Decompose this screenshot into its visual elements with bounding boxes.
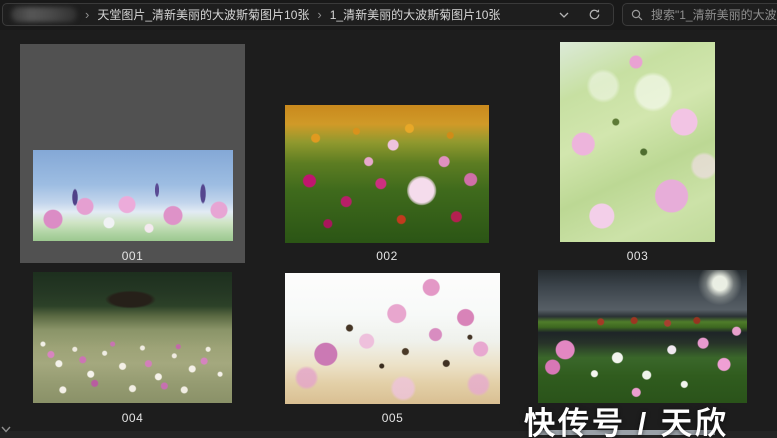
- explorer-top-bar: › 天堂图片_清新美丽的大波斯菊图片10张 › 1_清新美丽的大波斯菊图片10张…: [0, 0, 777, 30]
- thumbnail-image-003: [560, 42, 715, 242]
- breadcrumb-separator-icon: ›: [85, 8, 89, 21]
- breadcrumb-separator-icon: ›: [317, 8, 321, 21]
- file-label: 003: [560, 249, 715, 263]
- search-icon: [631, 9, 643, 21]
- thumbnail-image-001: [33, 150, 233, 241]
- file-explorer-window: › 天堂图片_清新美丽的大波斯菊图片10张 › 1_清新美丽的大波斯菊图片10张…: [0, 0, 777, 438]
- search-input[interactable]: 搜索"1_清新美丽的大波斯菊: [622, 3, 777, 26]
- file-label: 002: [285, 249, 489, 263]
- address-bar[interactable]: › 天堂图片_清新美丽的大波斯菊图片10张 › 1_清新美丽的大波斯菊图片10张: [2, 3, 614, 26]
- file-tile-006[interactable]: [538, 270, 747, 410]
- thumbnail-image-006: [538, 270, 747, 403]
- chevron-down-icon: [559, 12, 569, 18]
- breadcrumb-item-current-folder[interactable]: 1_清新美丽的大波斯菊图片10张: [330, 6, 501, 23]
- file-label: 001: [20, 249, 245, 263]
- breadcrumb-item-parent-folder[interactable]: 天堂图片_清新美丽的大波斯菊图片10张: [97, 6, 309, 23]
- thumbnail-image-002: [285, 105, 489, 243]
- thumbnail-image-005: [285, 273, 500, 404]
- refresh-button[interactable]: [583, 5, 605, 25]
- file-tile-001[interactable]: 001: [20, 44, 245, 263]
- file-tile-003[interactable]: 003: [560, 42, 715, 263]
- address-dropdown-button[interactable]: [553, 5, 575, 25]
- file-tile-002[interactable]: 002: [285, 44, 489, 263]
- file-label: 004: [33, 411, 232, 425]
- thumbnail-image-004: [33, 272, 232, 403]
- refresh-icon: [588, 8, 601, 21]
- search-placeholder: 搜索"1_清新美丽的大波斯菊: [651, 6, 777, 23]
- breadcrumb-root-redacted[interactable]: [11, 7, 77, 22]
- watermark-text: 快传号 / 天欣: [524, 398, 777, 438]
- scroll-down-chevron-icon[interactable]: [1, 420, 11, 438]
- file-tile-004[interactable]: 004: [33, 272, 232, 432]
- file-label: 005: [285, 411, 500, 425]
- file-tile-005[interactable]: 005: [285, 273, 500, 432]
